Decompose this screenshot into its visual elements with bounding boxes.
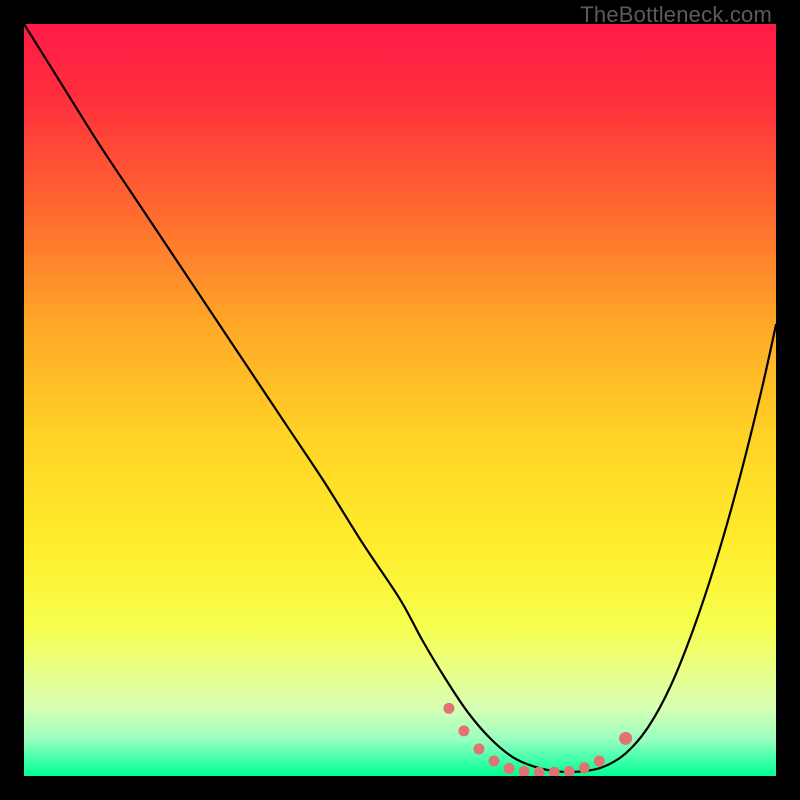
marker-dot [579,762,590,773]
marker-dot [549,767,560,776]
marker-dot [504,763,515,774]
marker-dot [443,703,454,714]
chart-frame [24,24,776,776]
marker-dot [619,732,632,745]
marker-dot [473,743,484,754]
marker-dot [594,755,605,766]
marker-dot [564,766,575,776]
bottom-marker-cluster [443,703,632,776]
chart-plot [24,24,776,776]
marker-dot [489,755,500,766]
marker-dot [458,725,469,736]
marker-dot [519,766,530,776]
bottleneck-curve [24,24,776,772]
